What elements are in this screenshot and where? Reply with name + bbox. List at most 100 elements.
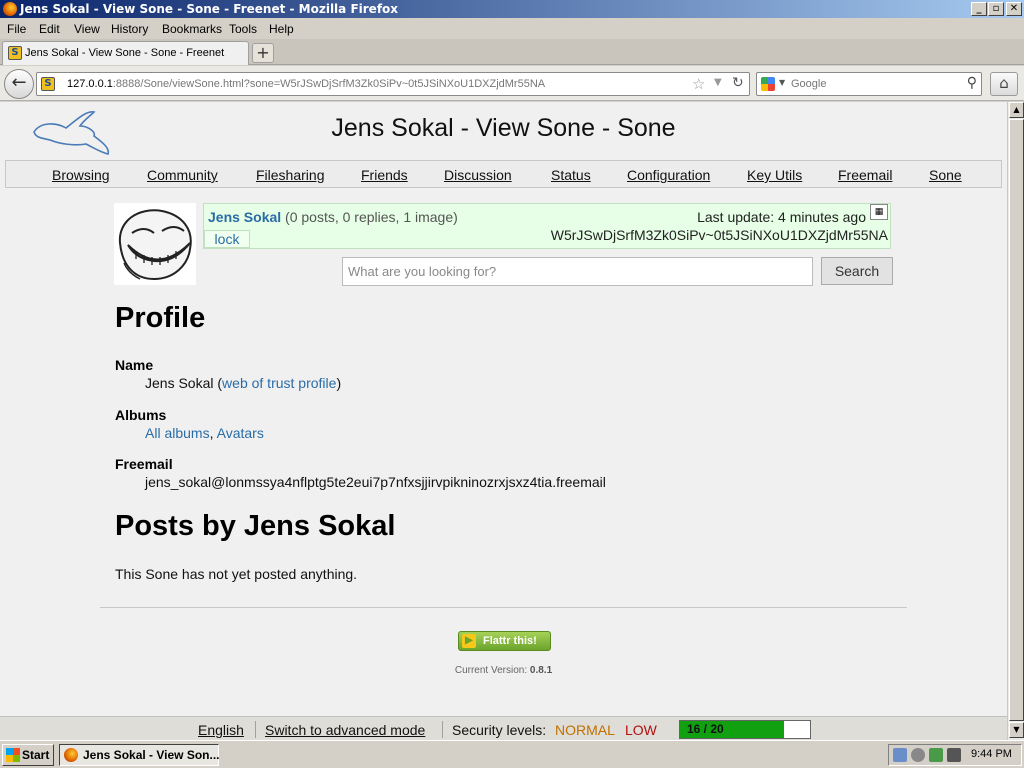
search-button[interactable]: Search xyxy=(821,257,893,285)
name-value: Jens Sokal (web of trust profile) xyxy=(145,375,342,391)
language-link[interactable]: English xyxy=(198,722,244,738)
navigation-bar: ← S 127.0.0.1:8888/Sone/viewSone.html?so… xyxy=(0,66,1024,101)
status-separator xyxy=(255,721,256,738)
vm-tools-icon[interactable] xyxy=(947,748,961,762)
profile-heading: Profile xyxy=(115,302,206,334)
nav-discussion[interactable]: Discussion xyxy=(444,167,512,183)
search-icon[interactable]: ⚲ xyxy=(967,75,977,91)
nav-friends[interactable]: Friends xyxy=(361,167,408,183)
windows-logo-icon xyxy=(6,748,20,762)
peers-progress-bar: 16 / 20 xyxy=(679,720,811,739)
no-posts-message: This Sone has not yet posted anything. xyxy=(115,566,358,582)
sone-id: W5rJSwDjSrfM3Zk0SiPv~0t5JSiNXoU1DXZjdMr5… xyxy=(550,227,888,243)
maximize-button[interactable]: ▫ xyxy=(988,2,1004,16)
menu-view[interactable]: View xyxy=(74,22,100,36)
nav-sone[interactable]: Sone xyxy=(929,167,962,183)
start-label: Start xyxy=(22,748,50,762)
nav-freemail[interactable]: Freemail xyxy=(838,167,892,183)
posts-heading: Posts by Jens Sokal xyxy=(115,510,396,542)
page-content: Jens Sokal - View Sone - Sone Browsing C… xyxy=(0,102,1007,716)
friends-security-level[interactable]: LOW xyxy=(625,722,657,738)
last-update: Last update: 4 minutes ago xyxy=(697,209,866,225)
menu-edit[interactable]: Edit xyxy=(39,22,60,36)
flattr-label: Flattr this! xyxy=(483,635,537,647)
start-button[interactable]: Start xyxy=(2,744,54,766)
site-identity-icon[interactable]: S xyxy=(41,77,55,91)
nav-filesharing[interactable]: Filesharing xyxy=(256,167,324,183)
minimize-button[interactable]: _ xyxy=(971,2,987,16)
network-icon[interactable] xyxy=(893,748,907,762)
nav-key-utils[interactable]: Key Utils xyxy=(747,167,802,183)
sone-info-box: Jens Sokal (0 posts, 0 replies, 1 image)… xyxy=(203,203,891,249)
menu-file[interactable]: File xyxy=(7,22,26,36)
name-label: Name xyxy=(115,357,154,373)
home-button[interactable]: ⌂ xyxy=(990,72,1018,96)
flattr-button[interactable]: ▶ Flattr this! xyxy=(458,631,551,651)
freemail-value: jens_sokal@lonmssya4nflptg5te2eui7p7nfxs… xyxy=(145,474,606,490)
tab-sone[interactable]: S Jens Sokal - View Sone - Sone - Freene… xyxy=(2,41,249,65)
nav-browsing[interactable]: Browsing xyxy=(52,167,110,183)
version-info: Current Version: 0.8.1 xyxy=(454,665,553,676)
firefox-icon xyxy=(3,2,17,16)
history-dropdown-icon[interactable]: ▼ xyxy=(714,77,722,88)
window-title: Jens Sokal - View Sone - Sone - Freenet … xyxy=(20,2,399,16)
url-text[interactable]: 127.0.0.1:8888/Sone/viewSone.html?sone=W… xyxy=(67,78,545,90)
tab-strip: S Jens Sokal - View Sone - Sone - Freene… xyxy=(0,39,1024,65)
web-of-trust-link[interactable]: web of trust profile xyxy=(222,375,336,391)
avatars-link[interactable]: Avatars xyxy=(217,425,264,441)
system-tray: 9:44 PM xyxy=(888,744,1022,766)
status-separator xyxy=(442,721,443,738)
sone-avatar xyxy=(114,203,196,285)
sone-search-input[interactable]: What are you looking for? xyxy=(342,257,813,286)
windows-taskbar: Start Jens Sokal - View Son... 9:44 PM xyxy=(0,740,1024,768)
footer-divider xyxy=(100,607,907,608)
firefox-icon xyxy=(64,748,78,762)
nav-status[interactable]: Status xyxy=(551,167,591,183)
clock: 9:44 PM xyxy=(971,748,1012,760)
flattr-icon: ▶ xyxy=(462,634,476,648)
menu-tools[interactable]: Tools xyxy=(229,22,257,36)
sone-favicon: S xyxy=(8,46,22,60)
taskbar-item-firefox[interactable]: Jens Sokal - View Son... xyxy=(59,744,220,766)
albums-label: Albums xyxy=(115,407,167,423)
close-window-button[interactable]: ✕ xyxy=(1006,2,1022,16)
advanced-mode-link[interactable]: Switch to advanced mode xyxy=(265,722,425,738)
qr-code-icon[interactable]: ▦ xyxy=(870,204,888,220)
new-tab-button[interactable]: + xyxy=(252,43,274,63)
sone-name-line: Jens Sokal (0 posts, 0 replies, 1 image) xyxy=(208,209,458,225)
menu-help[interactable]: Help xyxy=(269,22,294,36)
volume-icon[interactable] xyxy=(911,748,925,762)
web-search-placeholder[interactable]: Google xyxy=(791,78,826,90)
taskbar-item-label: Jens Sokal - View Son... xyxy=(83,748,220,762)
web-search-bar[interactable]: ▼ Google ⚲ xyxy=(756,72,982,96)
nav-configuration[interactable]: Configuration xyxy=(627,167,710,183)
back-button[interactable]: ← xyxy=(4,69,34,99)
security-levels-label: Security levels: xyxy=(452,722,547,738)
scroll-up-arrow-icon[interactable]: ▲ xyxy=(1009,102,1024,118)
tab-title: Jens Sokal - View Sone - Sone - Freenet xyxy=(25,47,225,59)
google-icon[interactable] xyxy=(761,77,775,91)
nav-community[interactable]: Community xyxy=(147,167,218,183)
url-bar[interactable]: S 127.0.0.1:8888/Sone/viewSone.html?sone… xyxy=(36,72,750,96)
sone-name-link[interactable]: Jens Sokal xyxy=(208,209,281,225)
menu-bookmarks[interactable]: Bookmarks xyxy=(162,22,222,36)
main-navigation: Browsing Community Filesharing Friends D… xyxy=(5,160,1002,188)
menu-bar: File Edit View History Bookmarks Tools H… xyxy=(0,18,1024,39)
window-title-bar: Jens Sokal - View Sone - Sone - Freenet … xyxy=(0,0,1024,18)
lock-button[interactable]: lock xyxy=(204,230,250,248)
bookmark-star-icon[interactable]: ☆ xyxy=(692,75,705,93)
page-header: Jens Sokal - View Sone - Sone xyxy=(0,102,1007,160)
reload-icon[interactable]: ↻ xyxy=(732,75,744,91)
freenet-status-bar: English Switch to advanced mode Security… xyxy=(0,716,1007,740)
all-albums-link[interactable]: All albums xyxy=(145,425,210,441)
page-title: Jens Sokal - View Sone - Sone xyxy=(331,114,676,142)
scroll-thumb[interactable] xyxy=(1009,119,1024,721)
peers-count: 16 / 20 xyxy=(687,722,724,736)
network-security-level[interactable]: NORMAL xyxy=(555,722,615,738)
scroll-down-arrow-icon[interactable]: ▼ xyxy=(1009,722,1024,738)
security-icon[interactable] xyxy=(929,748,943,762)
menu-history[interactable]: History xyxy=(111,22,148,36)
freemail-label: Freemail xyxy=(115,456,173,472)
vertical-scrollbar[interactable]: ▲ ▼ xyxy=(1007,102,1024,740)
engine-dropdown-icon[interactable]: ▼ xyxy=(779,78,785,87)
